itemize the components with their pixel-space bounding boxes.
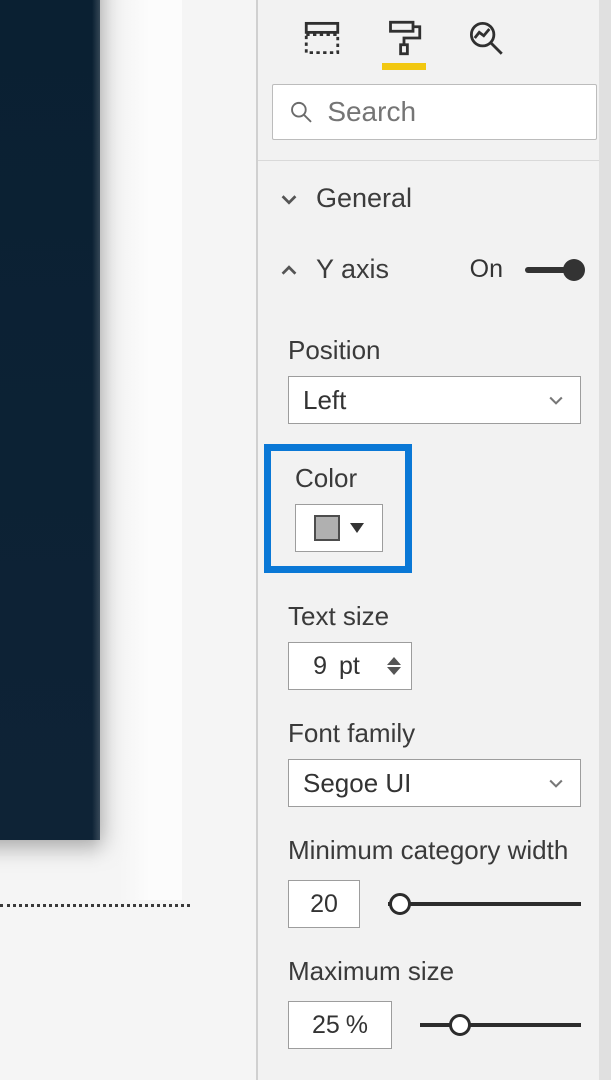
textsize-unit: pt [339,652,387,681]
field-mincatwidth: Minimum category width 20 [288,835,581,928]
fontfamily-label: Font family [288,718,581,749]
textsize-input[interactable]: 9 pt [288,642,412,690]
section-list: General Y axis On Position Left [258,160,611,1061]
slider-handle[interactable] [389,893,411,915]
field-maxsize: Maximum size 25 % [288,956,581,1049]
spinner-down-icon[interactable] [387,667,401,675]
position-value: Left [303,385,346,416]
field-fontfamily: Font family Segoe UI [288,718,581,807]
yaxis-toggle[interactable] [525,260,585,280]
analytics-icon [468,20,504,56]
search-box[interactable] [272,84,597,140]
maxsize-unit: % [346,1011,368,1040]
maxsize-value: 25 [312,1011,340,1040]
yaxis-toggle-label: On [470,255,503,284]
tab-analytics[interactable] [466,18,506,58]
format-pane: General Y axis On Position Left [256,0,611,1080]
mincatwidth-label: Minimum category width [288,835,581,866]
mincatwidth-slider[interactable] [388,892,581,916]
section-general[interactable]: General [258,161,611,232]
dropdown-caret-icon [350,523,364,533]
paint-roller-icon [386,20,422,56]
maxsize-slider[interactable] [420,1013,581,1037]
mincatwidth-input[interactable]: 20 [288,880,360,928]
field-color: Color [264,444,412,573]
maxsize-label: Maximum size [288,956,581,987]
field-position: Position Left [288,335,581,424]
visual-preview [0,0,100,840]
report-canvas [0,0,256,1080]
chevron-down-icon [278,188,300,210]
textsize-spinner [387,657,401,675]
chevron-down-icon [546,390,566,410]
search-input[interactable] [327,96,580,128]
fontfamily-value: Segoe UI [303,768,411,799]
position-dropdown[interactable]: Left [288,376,581,424]
slider-handle[interactable] [449,1014,471,1036]
color-label: Color [295,463,381,494]
section-general-label: General [316,183,585,214]
textsize-value: 9 [299,652,327,681]
color-swatch [314,515,340,541]
chevron-down-icon [546,773,566,793]
scrollbar[interactable] [599,0,611,1080]
tab-fields[interactable] [302,18,342,58]
fontfamily-dropdown[interactable]: Segoe UI [288,759,581,807]
fields-icon [304,20,340,56]
color-picker[interactable] [295,504,383,552]
selection-edge [0,904,190,907]
tab-format[interactable] [384,18,424,58]
canvas-edge [92,0,182,900]
section-yaxis[interactable]: Y axis On [258,232,611,303]
textsize-label: Text size [288,601,581,632]
spinner-up-icon[interactable] [387,657,401,665]
search-icon [289,98,313,126]
yaxis-body: Position Left Color Text size 9 [258,303,611,1061]
field-textsize: Text size 9 pt [288,601,581,690]
chevron-up-icon [278,259,300,281]
position-label: Position [288,335,581,366]
mincatwidth-value: 20 [310,890,338,919]
section-yaxis-label: Y axis [316,254,454,285]
tab-row [258,0,611,60]
maxsize-input[interactable]: 25 % [288,1001,392,1049]
